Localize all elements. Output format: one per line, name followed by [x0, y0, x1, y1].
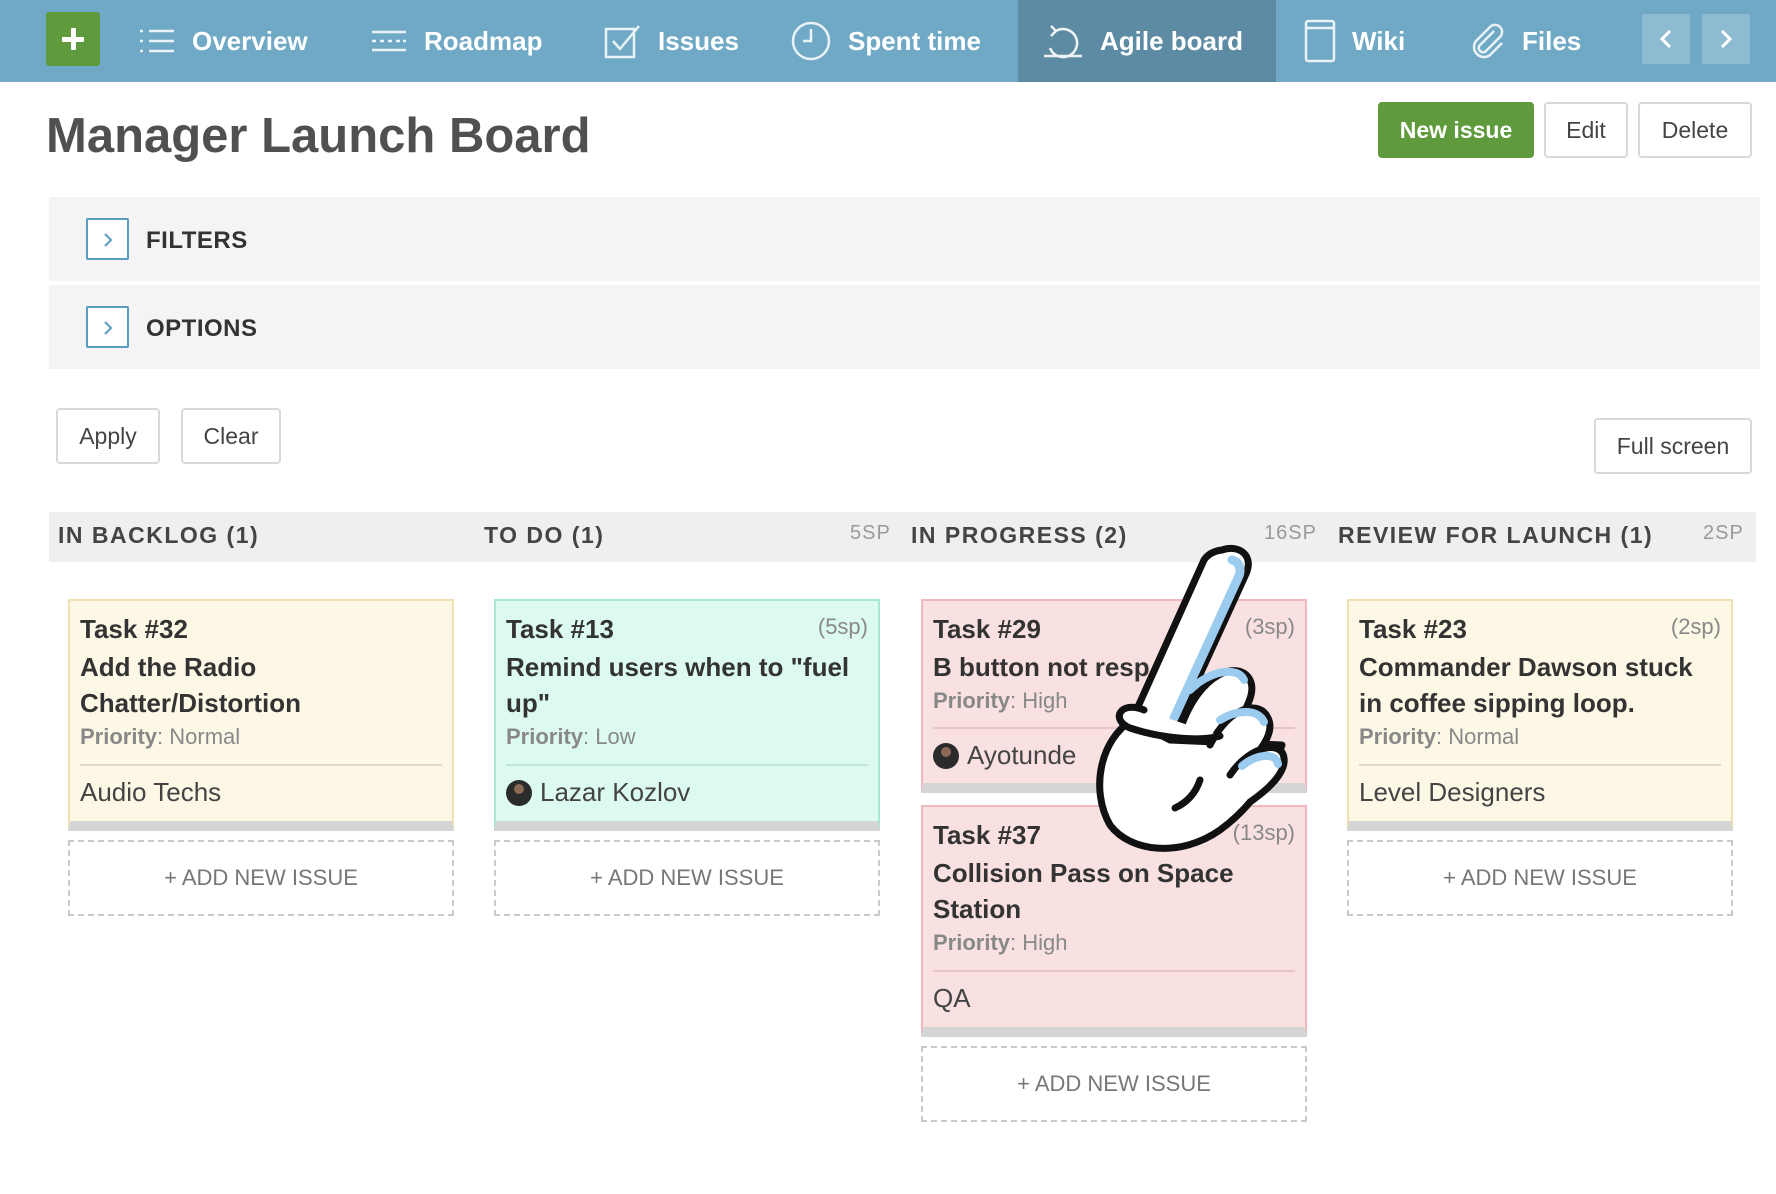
add-new-issue-button[interactable]: + ADD NEW ISSUE: [1347, 840, 1733, 916]
card-assignee: Lazar Kozlov: [506, 777, 690, 808]
priority-label: Priority: [1359, 724, 1437, 749]
add-new-issue-button[interactable]: + ADD NEW ISSUE: [494, 840, 880, 916]
column-story-points: 2SP: [1703, 522, 1744, 544]
options-panel: OPTIONS: [49, 285, 1760, 369]
card-priority: Priority: High: [933, 688, 1068, 713]
card-id[interactable]: Task #32: [80, 614, 188, 645]
card-subject: Collision Pass on Space Station: [933, 858, 1234, 924]
clear-button[interactable]: Clear: [181, 408, 281, 464]
scroll-left-button[interactable]: [1642, 14, 1690, 64]
scroll-right-button[interactable]: [1702, 14, 1750, 64]
card-id[interactable]: Task #29: [933, 614, 1041, 645]
priority-value: High: [1022, 930, 1068, 955]
paperclip-icon: [1472, 23, 1504, 59]
card-subject: Add the Radio Chatter/Distortion: [80, 652, 301, 718]
chevron-right-icon: [1720, 29, 1733, 49]
card-assignee: Audio Techs: [80, 777, 221, 808]
column-story-points: 5SP: [850, 522, 891, 544]
card-story-points: (5sp): [817, 614, 868, 639]
assignee-name: Audio Techs: [80, 777, 222, 807]
card-priority: Priority: Normal: [80, 724, 241, 749]
agile-cycle-icon: [1044, 25, 1082, 59]
tab-issues[interactable]: Issues: [604, 0, 739, 82]
tab-label: Spent time: [848, 25, 981, 56]
card-assignee: QA: [933, 983, 971, 1014]
filters-panel: FILTERS: [49, 197, 1760, 281]
card-subject: Commander Dawson stuck in coffee sipping…: [1359, 652, 1693, 718]
priority-value: Low: [595, 724, 636, 749]
tab-label: Agile board: [1100, 25, 1244, 56]
checkbox-icon: [604, 25, 640, 59]
tab-label: Roadmap: [424, 25, 543, 56]
options-label[interactable]: OPTIONS: [146, 315, 258, 343]
priority-label: Priority: [80, 724, 158, 749]
assignee-name[interactable]: Ayotunde: [967, 740, 1076, 771]
card-subject: Remind users when to "fuel up": [506, 652, 850, 718]
card-id[interactable]: Task #23: [1359, 614, 1467, 645]
new-issue-button[interactable]: New issue: [1378, 102, 1534, 158]
top-navigation: Overview Roadmap Issues Spent time Agile…: [0, 0, 1776, 82]
add-new-issue-button[interactable]: + ADD NEW ISSUE: [68, 840, 454, 916]
tab-label: Wiki: [1352, 25, 1406, 56]
tab-label: Overview: [192, 25, 308, 56]
roadmap-icon: [372, 30, 406, 52]
tab-spent-time[interactable]: Spent time: [790, 0, 981, 82]
card-priority: Priority: Low: [506, 724, 636, 749]
list-icon: [140, 29, 174, 53]
avatar: [933, 742, 959, 769]
tab-roadmap[interactable]: Roadmap: [370, 0, 542, 82]
priority-value: Normal: [1448, 724, 1520, 749]
tab-wiki[interactable]: Wiki: [1304, 0, 1405, 82]
tab-label: Issues: [658, 25, 739, 56]
filters-label[interactable]: FILTERS: [146, 227, 248, 255]
column-title-in-backlog: IN BACKLOG (1): [58, 522, 260, 548]
card-priority: Priority: Normal: [1359, 724, 1520, 749]
card-assignee: Ayotunde: [933, 740, 1076, 771]
avatar: [506, 779, 532, 806]
tab-label: Files: [1522, 25, 1582, 56]
card-assignee: Level Designers: [1359, 777, 1545, 808]
assignee-name: QA: [933, 983, 971, 1013]
assignee-name: Level Designers: [1359, 777, 1546, 807]
add-new-issue-button[interactable]: + ADD NEW ISSUE: [921, 1046, 1307, 1122]
card-divider: [506, 764, 868, 766]
chevron-right-icon: [104, 233, 113, 247]
document-icon: [1304, 19, 1336, 63]
issue-card[interactable]: Task #32 Add the Radio Chatter/Distortio…: [68, 599, 454, 831]
pointing-hand-icon: [1096, 545, 1288, 852]
delete-button[interactable]: Delete: [1638, 102, 1752, 158]
issue-card[interactable]: Task #23 (2sp) Commander Dawson stuck in…: [1347, 599, 1733, 831]
priority-value: Normal: [169, 724, 241, 749]
clock-icon: [791, 21, 831, 61]
tab-agile-board[interactable]: Agile board: [1018, 0, 1276, 82]
issue-card[interactable]: Task #13 (5sp) Remind users when to "fue…: [494, 599, 880, 831]
card-priority: Priority: High: [933, 930, 1068, 955]
card-divider: [1359, 764, 1721, 766]
apply-button[interactable]: Apply: [56, 408, 160, 464]
edit-button[interactable]: Edit: [1544, 102, 1628, 158]
chevron-right-icon: [104, 321, 113, 335]
column-title-to-do: TO DO (1): [484, 522, 605, 548]
full-screen-button[interactable]: Full screen: [1594, 418, 1752, 474]
tab-overview[interactable]: Overview: [138, 0, 308, 82]
page-title: Manager Launch Board: [46, 109, 591, 163]
priority-label: Priority: [506, 724, 584, 749]
priority-value: High: [1022, 688, 1068, 713]
assignee-name[interactable]: Lazar Kozlov: [540, 777, 690, 808]
card-id[interactable]: Task #13: [506, 614, 614, 645]
card-divider: [933, 970, 1295, 972]
options-toggle[interactable]: [86, 306, 129, 348]
column-title-review-for-launch: REVIEW FOR LAUNCH (1): [1338, 522, 1654, 548]
new-item-plus-button[interactable]: [46, 12, 100, 66]
priority-label: Priority: [933, 930, 1011, 955]
card-id[interactable]: Task #37: [933, 820, 1041, 851]
tab-files[interactable]: Files: [1470, 0, 1581, 82]
chevron-left-icon: [1659, 29, 1672, 49]
card-story-points: (2sp): [1670, 614, 1721, 639]
filters-toggle[interactable]: [86, 218, 129, 260]
priority-label: Priority: [933, 688, 1011, 713]
card-divider: [80, 764, 442, 766]
